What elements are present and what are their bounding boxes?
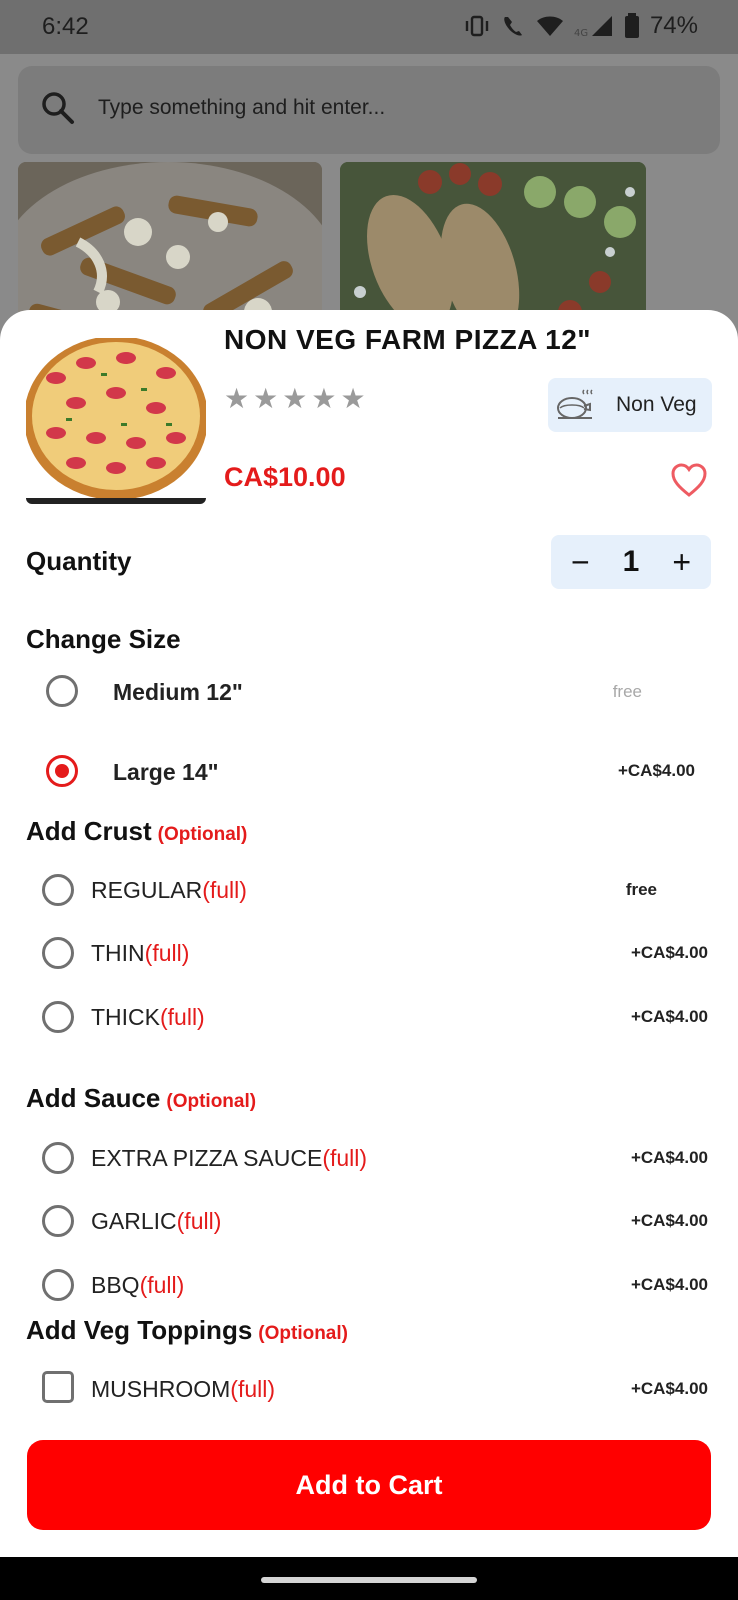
- size-option-price: free: [612, 682, 642, 701]
- background-screen: Type something and hit enter...: [0, 54, 738, 362]
- sauce-option-label: EXTRA PIZZA SAUCE: [91, 1145, 323, 1171]
- product-price: CA$10.00: [224, 462, 346, 492]
- section-title-sauce: Add Sauce (Optional): [26, 1083, 256, 1114]
- vibrate-icon: [465, 15, 489, 37]
- section-title-size: Change Size: [26, 624, 181, 654]
- size-radio-medium[interactable]: [46, 675, 78, 707]
- home-gesture-handle[interactable]: [261, 1577, 477, 1583]
- star-icon: ★: [253, 383, 279, 414]
- add-to-cart-button[interactable]: Add to Cart: [27, 1440, 711, 1530]
- decrement-button[interactable]: −: [571, 546, 590, 578]
- sauce-option[interactable]: GARLIC(full): [91, 1208, 221, 1235]
- full-tag: (full): [202, 877, 247, 903]
- full-tag: (full): [230, 1376, 276, 1402]
- crust-option-price: free: [625, 880, 657, 899]
- star-icon: ★: [224, 383, 250, 414]
- ham-icon: [557, 389, 593, 419]
- quantity-stepper: − 1 +: [551, 535, 711, 589]
- sauce-option-label: BBQ: [91, 1272, 140, 1298]
- topping-option-price: +CA$4.00: [630, 1379, 708, 1398]
- crust-radio-thick[interactable]: [42, 1001, 74, 1033]
- product-image: [26, 338, 206, 504]
- battery-level: 74%: [649, 12, 698, 39]
- increment-button[interactable]: +: [672, 546, 691, 578]
- optional-tag: (Optional): [157, 824, 248, 845]
- section-title-text: Add Sauce: [26, 1083, 161, 1113]
- optional-tag: (Optional): [258, 1323, 348, 1344]
- sauce-radio-bbq[interactable]: [42, 1269, 74, 1301]
- battery-icon: [624, 13, 639, 38]
- crust-option-label: REGULAR: [91, 877, 203, 903]
- optional-tag: (Optional): [166, 1091, 257, 1112]
- sauce-option-price: +CA$4.00: [630, 1148, 708, 1167]
- network-type: 4G: [574, 28, 588, 38]
- section-title-text: Add Crust: [26, 816, 152, 846]
- signal-icon: 4G: [574, 16, 612, 38]
- sauce-option-price: +CA$4.00: [630, 1275, 708, 1294]
- product-options-sheet: NON VEG FARM PIZZA 12" ★ ★ ★ ★ ★ Non Veg…: [0, 310, 738, 1557]
- sauce-radio-garlic[interactable]: [42, 1205, 74, 1237]
- wifi-icon: [536, 16, 563, 36]
- full-tag: (full): [176, 1208, 222, 1234]
- quantity-label: Quantity: [26, 546, 132, 576]
- sauce-option[interactable]: BBQ(full): [91, 1272, 184, 1299]
- search-bar[interactable]: Type something and hit enter...: [18, 66, 720, 154]
- star-icon: ★: [340, 383, 366, 414]
- full-tag: (full): [139, 1272, 185, 1298]
- crust-radio-regular[interactable]: [42, 874, 74, 906]
- crust-option-label: THIN: [91, 940, 145, 966]
- topping-option-label: MUSHROOM: [91, 1376, 231, 1402]
- product-name: NON VEG FARM PIZZA 12": [224, 324, 592, 355]
- status-time: 6:42: [42, 13, 89, 40]
- sauce-option-label: GARLIC: [91, 1208, 177, 1234]
- quantity-value: 1: [622, 545, 640, 578]
- crust-option[interactable]: REGULAR(full): [91, 877, 247, 904]
- crust-option[interactable]: THIN(full): [91, 940, 189, 967]
- favorite-heart-icon[interactable]: [670, 462, 708, 498]
- full-tag: (full): [144, 940, 190, 966]
- size-option-label[interactable]: Medium 12": [113, 679, 243, 706]
- size-option-label[interactable]: Large 14": [113, 759, 219, 786]
- full-tag: (full): [160, 1004, 205, 1030]
- crust-radio-thin[interactable]: [42, 937, 74, 969]
- wifi-call-icon: [504, 17, 522, 36]
- crust-option-label: THICK: [91, 1004, 160, 1030]
- sauce-option-price: +CA$4.00: [630, 1211, 708, 1230]
- system-nav-bar: [0, 1557, 738, 1600]
- topping-checkbox-mushroom[interactable]: [42, 1371, 74, 1403]
- star-icon: ★: [282, 383, 308, 414]
- status-bar: 6:42 4G 74%: [0, 0, 738, 54]
- crust-option[interactable]: THICK(full): [91, 1004, 205, 1031]
- full-tag: (full): [322, 1145, 368, 1171]
- size-option-price: +CA$4.00: [617, 761, 695, 780]
- search-icon: [42, 92, 74, 124]
- search-placeholder: Type something and hit enter...: [98, 96, 386, 119]
- topping-option[interactable]: MUSHROOM(full): [91, 1376, 275, 1403]
- star-icon: ★: [311, 383, 337, 414]
- crust-option-price: +CA$4.00: [630, 943, 708, 962]
- rating-stars: ★ ★ ★ ★ ★: [224, 382, 366, 415]
- type-badge-label: Non Veg: [616, 393, 697, 416]
- sauce-radio-extra[interactable]: [42, 1142, 74, 1174]
- type-badge: Non Veg: [548, 378, 712, 432]
- section-title-veg-toppings: Add Veg Toppings (Optional): [26, 1315, 348, 1346]
- section-title-crust: Add Crust (Optional): [26, 816, 247, 847]
- crust-option-price: +CA$4.00: [630, 1007, 708, 1026]
- sauce-option[interactable]: EXTRA PIZZA SAUCE(full): [91, 1145, 367, 1172]
- status-icons: 4G 74%: [464, 12, 698, 40]
- section-title-text: Add Veg Toppings: [26, 1315, 253, 1345]
- size-radio-large[interactable]: [46, 755, 78, 787]
